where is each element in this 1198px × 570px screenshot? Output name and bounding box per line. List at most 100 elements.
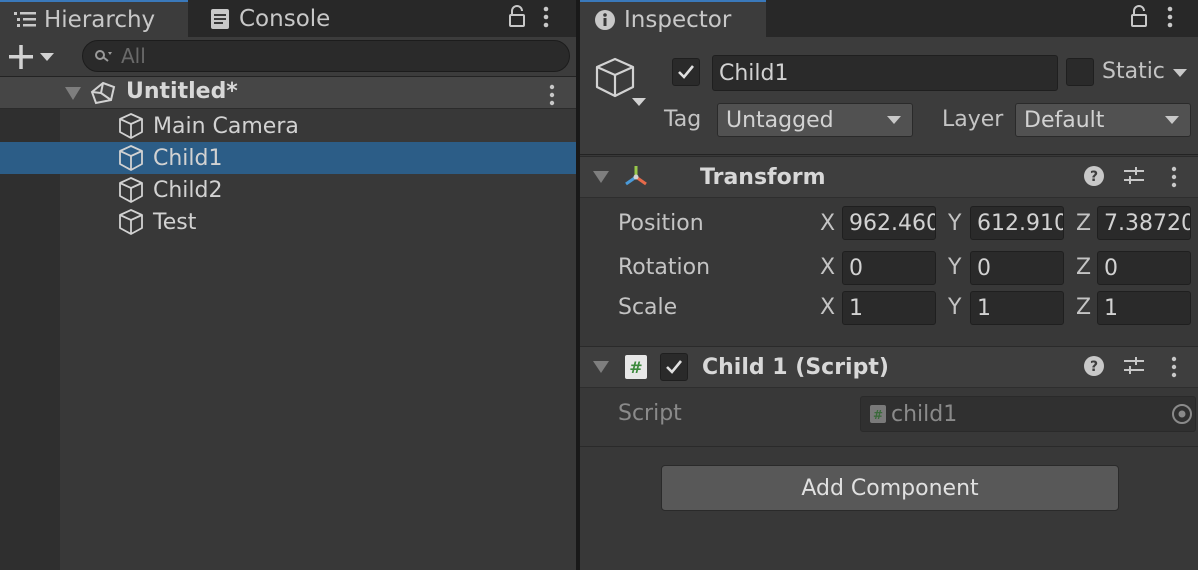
foldout-icon[interactable] xyxy=(592,360,610,374)
rotation-label: Rotation xyxy=(618,255,711,280)
kebab-menu-icon[interactable] xyxy=(542,4,550,30)
position-x-value: 962.460 xyxy=(849,210,936,236)
hierarchy-item[interactable]: Main Camera xyxy=(0,110,576,142)
chevron-down-icon xyxy=(886,114,902,126)
position-y-field[interactable]: 612.910 xyxy=(970,206,1064,240)
hierarchy-item-label: Child1 xyxy=(153,145,223,171)
inspector-lock-icon[interactable] xyxy=(1130,4,1148,28)
object-name-value: Child1 xyxy=(719,60,789,86)
presets-icon[interactable] xyxy=(1122,165,1146,187)
component-menu-icon[interactable] xyxy=(1170,355,1178,379)
layer-dropdown[interactable]: Default xyxy=(1015,103,1191,137)
position-y-value: 612.910 xyxy=(977,210,1064,236)
position-label: Position xyxy=(618,211,704,236)
tag-value: Untagged xyxy=(726,107,834,133)
add-component-button[interactable]: Add Component xyxy=(661,465,1119,511)
rotation-z-axis[interactable]: Z xyxy=(1076,255,1091,280)
add-component-label: Add Component xyxy=(801,475,979,501)
divider-line xyxy=(580,446,1198,447)
scale-y-field[interactable]: 1 xyxy=(970,291,1064,325)
scale-label: Scale xyxy=(618,295,678,320)
static-label[interactable]: Static xyxy=(1102,59,1165,84)
gameobject-icon xyxy=(117,144,145,172)
tab-hierarchy-label: Hierarchy xyxy=(44,6,156,33)
help-icon[interactable]: ? xyxy=(1083,165,1105,187)
search-input[interactable] xyxy=(121,44,541,68)
hierarchy-item-label: Main Camera xyxy=(153,113,299,139)
info-icon xyxy=(594,9,616,31)
scale-x-field[interactable]: 1 xyxy=(842,291,936,325)
rotation-z-value: 0 xyxy=(1104,255,1118,281)
hierarchy-item[interactable]: Child1 xyxy=(0,142,576,174)
chevron-down-icon xyxy=(1164,114,1180,126)
rotation-y-axis[interactable]: Y xyxy=(948,255,961,280)
script-component-title: Child 1 (Script) xyxy=(702,354,889,380)
script-component-header[interactable]: # Child 1 (Script) xyxy=(580,346,1198,388)
scale-z-field[interactable]: 1 xyxy=(1097,291,1191,325)
lock-icon[interactable] xyxy=(508,4,526,28)
svg-text:?: ? xyxy=(1090,169,1098,185)
component-menu-icon[interactable] xyxy=(1170,165,1178,189)
transform-title: Transform xyxy=(700,164,826,190)
hierarchy-item[interactable]: Test xyxy=(0,206,576,238)
object-name-field[interactable]: Child1 xyxy=(712,55,1058,91)
script-value: child1 xyxy=(891,401,958,427)
rotation-y-value: 0 xyxy=(977,255,991,281)
console-icon xyxy=(209,8,231,30)
object-picker-icon[interactable] xyxy=(1171,403,1193,425)
svg-text:?: ? xyxy=(1090,359,1098,375)
tab-inspector-label: Inspector xyxy=(624,6,732,33)
scale-x-axis[interactable]: X xyxy=(820,295,835,320)
presets-icon[interactable] xyxy=(1122,355,1146,377)
rotation-x-field[interactable]: 0 xyxy=(842,251,936,285)
tag-dropdown[interactable]: Untagged xyxy=(717,103,913,137)
scale-y-axis[interactable]: Y xyxy=(948,295,961,320)
layer-label: Layer xyxy=(942,107,1004,132)
position-y-axis[interactable]: Y xyxy=(948,211,961,236)
gameobject-icon xyxy=(117,112,145,140)
static-dropdown-icon[interactable] xyxy=(1172,67,1188,79)
scene-foldout-icon[interactable] xyxy=(64,85,82,101)
hierarchy-search[interactable] xyxy=(82,40,570,72)
hierarchy-item-label: Test xyxy=(153,209,197,235)
tab-console[interactable]: Console xyxy=(195,0,375,37)
foldout-icon[interactable] xyxy=(592,170,610,184)
help-icon[interactable]: ? xyxy=(1083,355,1105,377)
tab-hierarchy[interactable]: Hierarchy xyxy=(0,0,188,37)
position-z-field[interactable]: 7.38720 xyxy=(1097,206,1191,240)
rotation-y-field[interactable]: 0 xyxy=(970,251,1064,285)
rotation-z-field[interactable]: 0 xyxy=(1097,251,1191,285)
layer-value: Default xyxy=(1024,107,1105,133)
hierarchy-item[interactable]: Child2 xyxy=(0,174,576,206)
script-object-field[interactable]: # child1 xyxy=(860,396,1196,432)
csharp-script-icon: # xyxy=(624,354,648,380)
rotation-x-axis[interactable]: X xyxy=(820,255,835,280)
create-button[interactable] xyxy=(8,44,58,70)
position-x-axis[interactable]: X xyxy=(820,211,835,236)
gameobject-icon xyxy=(117,208,145,236)
scene-menu-icon[interactable] xyxy=(548,83,556,107)
rotation-x-value: 0 xyxy=(849,255,863,281)
search-icon xyxy=(95,49,113,63)
scale-z-value: 1 xyxy=(1104,295,1118,321)
scale-z-axis[interactable]: Z xyxy=(1076,295,1091,320)
unity-scene-icon xyxy=(90,81,116,105)
scene-row[interactable] xyxy=(0,77,576,109)
transform-icon xyxy=(622,163,650,191)
transform-header[interactable]: Transform xyxy=(580,156,1198,198)
gameobject-cube-icon[interactable] xyxy=(594,56,650,112)
tag-label: Tag xyxy=(664,107,702,132)
gameobject-icon xyxy=(117,176,145,204)
active-checkbox[interactable] xyxy=(672,58,700,86)
inspector-kebab-icon[interactable] xyxy=(1166,4,1174,30)
position-x-field[interactable]: 962.460 xyxy=(842,206,936,240)
hierarchy-item-label: Child2 xyxy=(153,177,223,203)
position-z-axis[interactable]: Z xyxy=(1076,211,1091,236)
svg-text:#: # xyxy=(873,408,883,422)
static-checkbox[interactable] xyxy=(1066,58,1094,86)
position-z-value: 7.38720 xyxy=(1104,210,1191,236)
script-label: Script xyxy=(618,401,682,426)
csharp-script-icon: # xyxy=(869,404,887,424)
tab-inspector[interactable]: Inspector xyxy=(580,0,766,37)
script-enabled-checkbox[interactable] xyxy=(660,353,688,381)
